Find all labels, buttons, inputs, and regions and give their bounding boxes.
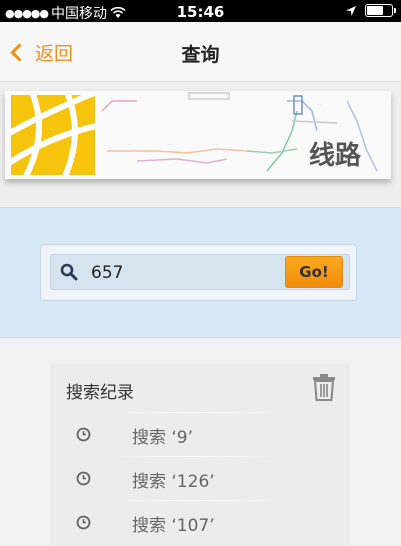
divider bbox=[110, 500, 280, 501]
history-item[interactable]: 搜索 ‘107’ bbox=[50, 500, 350, 544]
svg-text:·····: ····· bbox=[317, 103, 323, 107]
location-arrow-icon bbox=[346, 5, 356, 16]
clock-icon bbox=[76, 427, 91, 442]
route-banner[interactable]: ····· ····· ······ ····· ····· ····· 线路 bbox=[5, 91, 391, 179]
go-button[interactable]: Go! bbox=[285, 256, 343, 288]
page-title: 查询 bbox=[181, 44, 220, 66]
search-input[interactable] bbox=[91, 261, 271, 285]
history-item-label: 搜索 ‘107’ bbox=[132, 516, 215, 536]
svg-text:·····: ····· bbox=[212, 143, 218, 147]
history-title: 搜索纪录 bbox=[66, 383, 134, 403]
battery-icon bbox=[365, 4, 396, 17]
navigation-bar: 返回 查询 bbox=[0, 22, 401, 82]
search-box: Go! bbox=[50, 254, 350, 290]
status-time: 15:46 bbox=[176, 3, 225, 21]
history-item[interactable]: 搜索 ‘126’ bbox=[50, 456, 350, 500]
history-item-label: 搜索 ‘9’ bbox=[132, 428, 194, 448]
route-logo-icon bbox=[11, 95, 95, 175]
svg-text:······: ······ bbox=[167, 143, 174, 147]
search-icon bbox=[60, 263, 78, 281]
clock-icon bbox=[76, 515, 91, 530]
history-item[interactable]: 搜索 ‘9’ bbox=[50, 412, 350, 456]
status-bar: ●●●●● 中国移动 15:46 bbox=[0, 0, 401, 22]
banner-title: 线路 bbox=[308, 141, 361, 171]
divider bbox=[110, 412, 280, 413]
search-history: 搜索纪录 搜索 ‘9’ 搜索 ‘126’ 搜索 ‘107’ bbox=[50, 364, 350, 546]
banner-area: ····· ····· ······ ····· ····· ····· 线路 bbox=[0, 83, 401, 207]
svg-text:·····: ····· bbox=[109, 97, 115, 101]
divider bbox=[110, 456, 280, 457]
battery-level bbox=[367, 6, 383, 15]
history-item-label: 搜索 ‘126’ bbox=[132, 472, 215, 492]
trash-icon[interactable] bbox=[312, 373, 336, 401]
search-panel: Go! bbox=[40, 244, 357, 301]
search-area: Go! bbox=[0, 207, 401, 338]
clock-icon bbox=[76, 471, 91, 486]
svg-text:·····: ····· bbox=[127, 143, 133, 147]
history-header: 搜索纪录 bbox=[50, 364, 350, 412]
